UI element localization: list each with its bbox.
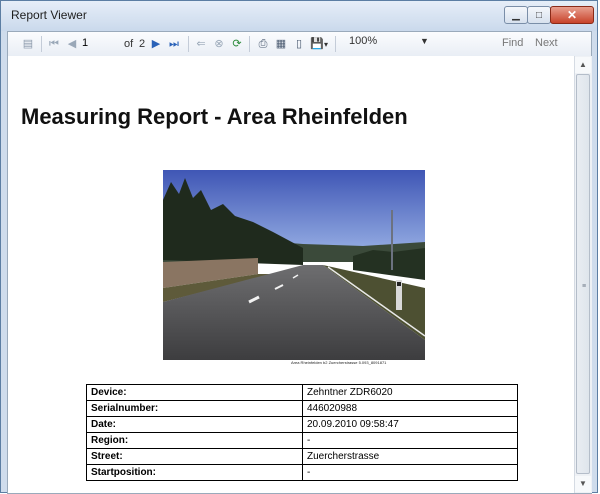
close-icon: ✕ (566, 8, 578, 22)
road-photo (163, 170, 425, 367)
scroll-down-icon[interactable]: ▼ (575, 476, 591, 492)
minimize-icon: ▁ (512, 9, 520, 21)
maximize-icon: □ (535, 9, 543, 21)
last-page-icon[interactable]: ⏭ (166, 36, 182, 52)
save-export-icon[interactable]: 💾 (309, 36, 325, 52)
minimize-button[interactable]: ▁ (504, 6, 528, 24)
page-of-label: of (124, 38, 134, 50)
window-title: Report Viewer (11, 8, 87, 22)
toolbar-separator (249, 36, 250, 52)
find-next-button[interactable]: Next (535, 37, 558, 49)
report-title: Measuring Report - Area Rheinfelden (21, 104, 408, 129)
back-icon[interactable]: ⇐ (193, 36, 209, 52)
row-label: Serialnumber: (86, 400, 303, 417)
page-setup-icon[interactable]: ▯ (291, 36, 307, 52)
table-row: Date: 20.09.2010 09:58:47 (86, 416, 518, 433)
client-area: ▤ ⏮ ◀ of 2 ▶ ⏭ ⇐ ⊗ ⟳ ⎙ ▦ ▯ 💾 ▾ 100% ▼ Fi… (7, 31, 592, 494)
title-bar[interactable]: Report Viewer ▁ □ ✕ (1, 1, 597, 31)
zoom-select[interactable]: 100% (341, 35, 427, 51)
first-page-icon[interactable]: ⏮ (46, 36, 62, 52)
table-row: Startposition: - (86, 464, 518, 481)
stop-icon[interactable]: ⊗ (211, 36, 227, 52)
row-label: Date: (86, 416, 303, 433)
table-row: Region: - (86, 432, 518, 449)
toolbar-separator (335, 36, 336, 52)
toolbar-separator (41, 36, 42, 52)
grip-icon: ≡ (581, 283, 587, 290)
row-label: Region: (86, 432, 303, 449)
maximize-button[interactable]: □ (527, 6, 551, 24)
report-toolbar: ▤ ⏮ ◀ of 2 ▶ ⏭ ⇐ ⊗ ⟳ ⎙ ▦ ▯ 💾 ▾ 100% ▼ Fi… (8, 32, 591, 57)
photo-caption: Area Rheinfelden b2 Zuercherstrasse 5.09… (291, 360, 387, 365)
report-page: Measuring Report - Area Rheinfelden Area… (8, 56, 574, 493)
close-button[interactable]: ✕ (550, 6, 594, 24)
row-value: 446020988 (302, 400, 518, 417)
current-page-input[interactable] (76, 35, 130, 51)
row-label: Device: (86, 384, 303, 401)
report-viewer-window: Report Viewer ▁ □ ✕ ▤ ⏮ ◀ of 2 ▶ ⏭ ⇐ ⊗ ⟳… (0, 0, 598, 494)
export-dropdown-icon[interactable]: ▾ (324, 36, 328, 52)
table-row: Device: Zehntner ZDR6020 (86, 384, 518, 401)
vertical-scrollbar[interactable]: ▲ ≡ ▼ (574, 56, 592, 493)
find-button[interactable]: Find (502, 37, 523, 49)
row-value: Zehntner ZDR6020 (302, 384, 518, 401)
zoom-value: 100% (349, 35, 378, 47)
table-row: Serialnumber: 446020988 (86, 400, 518, 417)
next-page-icon[interactable]: ▶ (148, 36, 164, 52)
row-label: Startposition: (86, 464, 303, 481)
row-value: - (302, 432, 518, 449)
row-label: Street: (86, 448, 303, 465)
row-value: Zuercherstrasse (302, 448, 518, 465)
document-map-icon[interactable]: ▤ (20, 36, 36, 52)
row-value: - (302, 464, 518, 481)
row-value: 20.09.2010 09:58:47 (302, 416, 518, 433)
page-total-label: 2 (139, 38, 146, 50)
chevron-down-icon[interactable]: ▼ (420, 36, 429, 46)
table-row: Street: Zuercherstrasse (86, 448, 518, 465)
scroll-up-icon[interactable]: ▲ (575, 57, 591, 73)
measurement-info-table: Device: Zehntner ZDR6020 Serialnumber: 4460… (86, 384, 518, 481)
scroll-thumb[interactable]: ≡ (576, 74, 590, 474)
toolbar-separator (188, 36, 189, 52)
print-icon[interactable]: ⎙ (255, 36, 271, 52)
refresh-icon[interactable]: ⟳ (229, 36, 245, 52)
print-layout-icon[interactable]: ▦ (273, 36, 289, 52)
